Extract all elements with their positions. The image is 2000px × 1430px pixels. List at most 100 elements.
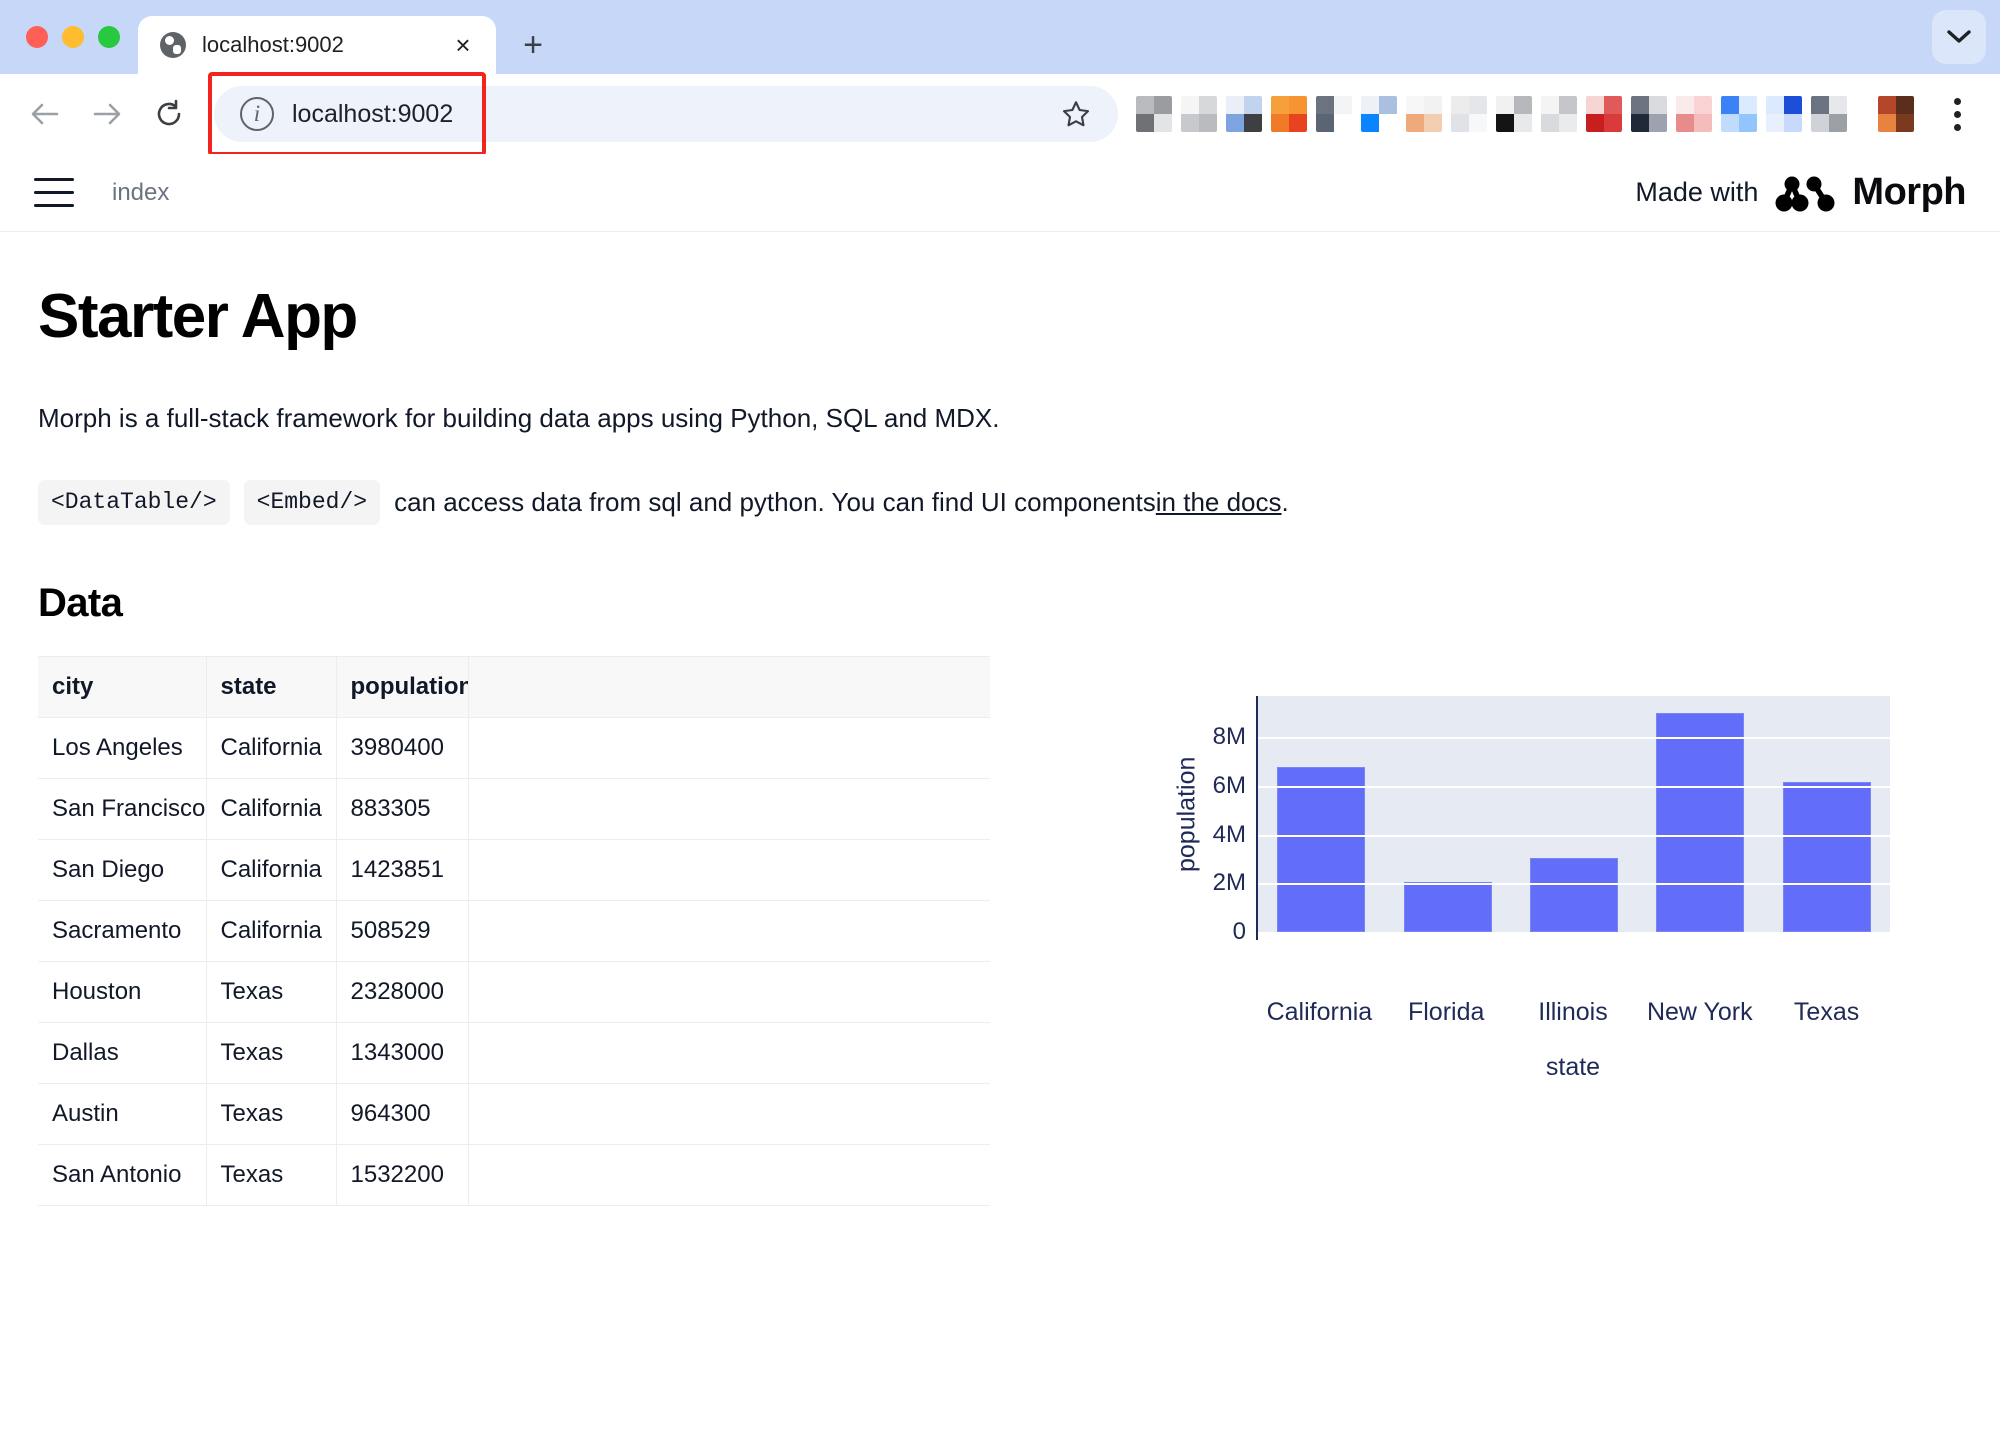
table-cell bbox=[468, 900, 990, 962]
window-controls bbox=[0, 0, 138, 74]
table-header-cell bbox=[468, 655, 990, 718]
table-cell: Texas bbox=[206, 1144, 337, 1206]
new-tab-button[interactable]: + bbox=[510, 22, 556, 68]
table-cell: California bbox=[206, 839, 337, 901]
globe-icon bbox=[160, 32, 186, 58]
extension-icon-8[interactable] bbox=[1451, 96, 1487, 132]
gridline bbox=[1258, 737, 1890, 740]
table-cell: Sacramento bbox=[38, 900, 207, 962]
chart-bar bbox=[1529, 857, 1618, 932]
table-body: Los Angeles California 3980400 San Francisc… bbox=[38, 717, 990, 1206]
table-header-cell: population bbox=[336, 655, 469, 718]
table-cell: 1532200 bbox=[336, 1144, 469, 1206]
y-tick-label: 4M bbox=[1212, 820, 1246, 848]
extension-icon-15[interactable] bbox=[1766, 96, 1802, 132]
arrow-left-icon bbox=[31, 103, 59, 125]
extension-icon-4[interactable] bbox=[1271, 96, 1307, 132]
url-text[interactable]: localhost:9002 bbox=[292, 100, 1038, 129]
app-header: index Made with Morph bbox=[0, 154, 2000, 232]
extension-icon-17[interactable] bbox=[1878, 96, 1914, 132]
table-cell: Los Angeles bbox=[38, 717, 207, 779]
extension-icon-7[interactable] bbox=[1406, 96, 1442, 132]
bookmark-star-icon[interactable] bbox=[1056, 94, 1096, 134]
extension-icon-14[interactable] bbox=[1721, 96, 1757, 132]
browser-tab[interactable]: localhost:9002 × bbox=[138, 16, 496, 74]
table-cell: San Diego bbox=[38, 839, 207, 901]
brand-name: Morph bbox=[1852, 171, 1966, 213]
extension-icon-10[interactable] bbox=[1541, 96, 1577, 132]
section-title-data: Data bbox=[38, 580, 123, 625]
chart-canvas bbox=[1256, 695, 1890, 940]
maximize-window-button[interactable] bbox=[98, 26, 120, 48]
table-cell bbox=[468, 1022, 990, 1084]
table-cell bbox=[468, 1144, 990, 1206]
table-cell: Texas bbox=[206, 1083, 337, 1145]
table-cell: 1423851 bbox=[336, 839, 469, 901]
chart-bars bbox=[1258, 696, 1890, 932]
table-cell bbox=[468, 778, 990, 840]
minimize-window-button[interactable] bbox=[62, 26, 84, 48]
extension-icon-6[interactable] bbox=[1361, 96, 1397, 132]
table-cell: Austin bbox=[38, 1083, 207, 1145]
y-tick-label: 0 bbox=[1232, 917, 1246, 945]
y-tick-label: 8M bbox=[1212, 723, 1246, 751]
table-row: San Francisco California 883305 bbox=[38, 778, 990, 840]
embed-code-chip: <Embed/> bbox=[243, 480, 381, 525]
table-header-cell: city bbox=[38, 655, 207, 718]
gridline bbox=[1258, 834, 1890, 837]
back-button[interactable] bbox=[16, 85, 74, 143]
table-cell: California bbox=[206, 778, 337, 840]
reload-button[interactable] bbox=[140, 85, 198, 143]
x-tick-label: Illinois bbox=[1538, 997, 1608, 1026]
table-cell: Texas bbox=[206, 1022, 337, 1084]
extension-icon-2[interactable] bbox=[1181, 96, 1217, 132]
table-cell bbox=[468, 717, 990, 779]
chart-plot-area: population 0 2M 4M 6M 8M bbox=[1170, 690, 1890, 990]
table-cell: 883305 bbox=[336, 778, 469, 840]
browser-menu-button[interactable] bbox=[1934, 85, 1980, 143]
table-row: Houston Texas 2328000 bbox=[38, 961, 990, 1023]
chart-bar bbox=[1403, 882, 1492, 932]
x-axis-ticks: California Florida Illinois New York Texas bbox=[1256, 998, 1890, 1027]
intro-paragraph: Morph is a full-stack framework for buil… bbox=[38, 403, 1000, 434]
table-row: Austin Texas 964300 bbox=[38, 1083, 990, 1145]
extension-icon-16[interactable] bbox=[1811, 96, 1847, 132]
table-cell: 2328000 bbox=[336, 961, 469, 1023]
extension-icon-3[interactable] bbox=[1226, 96, 1262, 132]
table-cell: 964300 bbox=[336, 1083, 469, 1145]
tagline-text-before: can access data from sql and python. You… bbox=[394, 486, 1156, 517]
table-cell: California bbox=[206, 900, 337, 962]
breadcrumb[interactable]: index bbox=[112, 179, 169, 207]
page-viewport: index Made with Morph Starter App Morph … bbox=[0, 154, 2000, 1430]
morph-logo bbox=[1775, 176, 1835, 211]
forward-button[interactable] bbox=[78, 85, 136, 143]
datatable-code-chip: <DataTable/> bbox=[38, 480, 230, 525]
tagline-text-after: . bbox=[1281, 486, 1289, 517]
extension-icon-1[interactable] bbox=[1136, 96, 1172, 132]
table-cell: 1343000 bbox=[336, 1022, 469, 1084]
page-title: Starter App bbox=[38, 282, 358, 351]
table-row: San Antonio Texas 1532200 bbox=[38, 1144, 990, 1206]
components-paragraph: <DataTable/> <Embed/> can access data from… bbox=[38, 480, 1962, 525]
site-info-icon[interactable]: i bbox=[240, 97, 274, 131]
close-window-button[interactable] bbox=[26, 26, 48, 48]
extension-icon-11[interactable] bbox=[1586, 96, 1622, 132]
browser-toolbar: i localhost:9002 bbox=[0, 72, 2000, 156]
table-cell: Texas bbox=[206, 961, 337, 1023]
table-cell: Houston bbox=[38, 961, 207, 1023]
y-tick-label: 2M bbox=[1212, 869, 1246, 897]
extension-icon-9[interactable] bbox=[1496, 96, 1532, 132]
docs-link[interactable]: in the docs bbox=[1156, 483, 1282, 522]
tab-title: localhost:9002 bbox=[202, 32, 344, 57]
tab-search-button[interactable] bbox=[1932, 10, 1986, 64]
gridline bbox=[1258, 883, 1890, 886]
hamburger-menu-icon[interactable] bbox=[34, 177, 74, 208]
chart-bar bbox=[1656, 712, 1745, 932]
extension-icon-12[interactable] bbox=[1631, 96, 1667, 132]
address-bar[interactable]: i localhost:9002 bbox=[214, 86, 1118, 142]
extension-icon-5[interactable] bbox=[1316, 96, 1352, 132]
close-icon[interactable]: × bbox=[448, 30, 478, 60]
table-cell: Dallas bbox=[38, 1022, 207, 1084]
extension-icon-13[interactable] bbox=[1676, 96, 1712, 132]
population-bar-chart: population 0 2M 4M 6M 8M California Florida Il… bbox=[1170, 690, 1890, 1082]
